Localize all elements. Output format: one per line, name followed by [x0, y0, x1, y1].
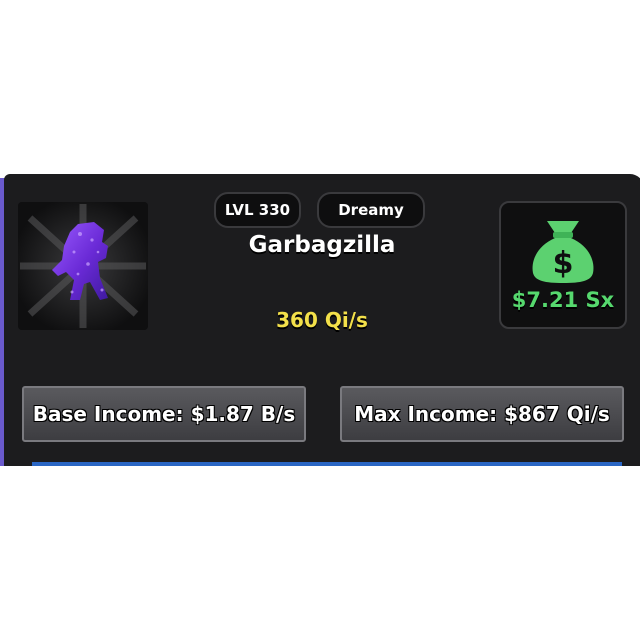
base-income-button[interactable]: Base Income: $1.87 B/s: [22, 386, 306, 442]
income-rate: 360 Qi/s: [276, 308, 368, 332]
character-image: [18, 202, 148, 330]
cash-value: $7.21 Sx: [511, 288, 615, 312]
max-income-button[interactable]: Max Income: $867 Qi/s: [340, 386, 624, 442]
bottom-divider: [32, 462, 622, 466]
svg-text:$: $: [553, 246, 574, 281]
character-portrait: [18, 202, 148, 330]
level-badge: LVL 330: [214, 192, 301, 228]
mutation-badge: Dreamy: [317, 192, 425, 228]
character-name: Garbagzilla: [248, 232, 396, 258]
